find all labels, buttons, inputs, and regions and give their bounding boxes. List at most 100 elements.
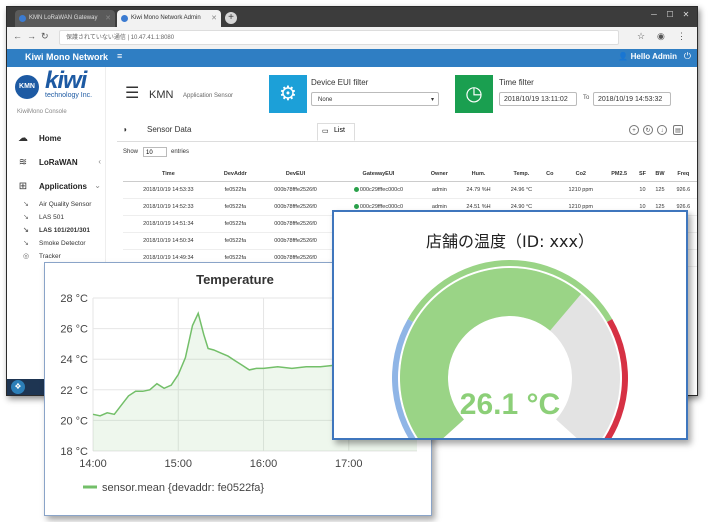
hamburger-icon[interactable]: ≡ [117, 51, 122, 61]
table-cell [541, 181, 558, 199]
wifi-icon: ≋ [18, 157, 28, 168]
sidebar-item-label: LoRaWAN [39, 158, 78, 167]
column-header[interactable]: Freq [669, 167, 697, 182]
legend-label: sensor.mean {devaddr: fe0522fa} [102, 482, 264, 494]
minimize-icon[interactable]: ─ [647, 9, 661, 21]
favicon-icon [121, 15, 128, 22]
y-tick-label: 18 °C [60, 446, 88, 458]
close-icon[interactable]: ✕ [105, 10, 111, 27]
y-tick-label: 26 °C [60, 324, 88, 336]
sidebar-subitem-air-quality[interactable]: ↘ Air Quality Sensor [7, 199, 105, 211]
table-cell: 24.79 %H [455, 181, 502, 199]
column-header[interactable]: Owner [422, 167, 456, 182]
column-header[interactable]: Temp. [501, 167, 542, 182]
back-icon[interactable]: ← [13, 31, 22, 41]
cell-text: 10 [639, 187, 646, 193]
star-icon[interactable]: ☆ [637, 31, 645, 42]
logo-subtext: technology Inc. [45, 92, 93, 99]
refresh-icon[interactable]: ↻ [643, 125, 653, 135]
cell-text: 000b78fffe2526f0 [274, 255, 317, 261]
y-tick-label: 22 °C [60, 385, 88, 397]
user-menu[interactable]: 👤 Hello Admin [618, 52, 677, 61]
sidebar-item-label: Applications [39, 182, 88, 191]
x-tick-label: 14:00 [79, 458, 107, 470]
export-icon[interactable]: ▤ [673, 125, 683, 135]
y-tick-label: 20 °C [60, 415, 88, 427]
sidebar-subitem-las501[interactable]: ↘ LAS 501 [7, 212, 105, 224]
add-icon[interactable]: + [629, 125, 639, 135]
column-header[interactable]: GatewayEUI [334, 167, 423, 182]
download-icon[interactable]: ↓ [657, 125, 667, 135]
column-header[interactable]: Hum. [455, 167, 502, 182]
temperature-gauge-panel: 26.1 °C 店舗の温度（ID: xxx） [332, 210, 688, 440]
time-from-input[interactable]: 2018/10/19 13:11:02 [499, 92, 577, 106]
maximize-icon[interactable]: ☐ [663, 9, 677, 21]
browser-tab-gateway[interactable]: KMN LoRaWAN Gateway ✕ [15, 10, 115, 27]
table-cell: 2018/10/19 14:53:33 [123, 181, 214, 199]
table-cell: 000c29fffec000c0 [334, 181, 423, 199]
entries-select[interactable]: 10 [143, 147, 167, 157]
sidebar-subitem-label: Air Quality Sensor [39, 201, 92, 208]
cell-text: fe0522fa [224, 238, 247, 244]
cell-text: fe0522fa [224, 204, 247, 210]
table-header-row: Time DevAddr DevEUI GatewayEUI Owner Hum. Temp… [123, 167, 697, 182]
column-header[interactable]: PM2.5 [603, 167, 635, 182]
cell-text: 000b78fffe2526f0 [274, 238, 317, 244]
column-header[interactable]: DevEUI [256, 167, 335, 182]
column-header[interactable]: Time [123, 167, 214, 182]
cell-text: 926.6 [676, 187, 691, 193]
browser-tab-label: Kiwi Mono Network Admin [131, 15, 201, 21]
chart-icon: ◗ [123, 125, 128, 134]
url-field[interactable]: 保護されていない通信 | 10.47.41.1:8080 [59, 30, 619, 45]
new-tab-button[interactable]: + [225, 12, 237, 24]
browser-tab-admin[interactable]: Kiwi Mono Network Admin ✕ [117, 10, 221, 27]
cell-text: 000b78fffe2526f0 [274, 221, 317, 227]
account-icon[interactable]: ◉ [657, 31, 665, 42]
power-icon[interactable]: ⏻ [684, 51, 691, 62]
column-header[interactable]: Co2 [557, 167, 604, 182]
close-icon[interactable]: ✕ [211, 10, 217, 27]
tab-sensor-data[interactable]: Sensor Data [147, 125, 191, 134]
column-header[interactable]: BW [650, 167, 670, 182]
status-dot-icon [353, 204, 359, 210]
table-cell: 2018/10/19 14:50:34 [123, 232, 214, 250]
x-tick-label: 15:00 [164, 458, 192, 470]
forward-icon[interactable]: → [27, 31, 36, 41]
sidebar-subitem-smoke[interactable]: ↘ Smoke Detector [7, 238, 105, 250]
cell-text: 2018/10/19 14:50:34 [143, 238, 194, 244]
menu-dots-icon[interactable]: ⋮ [677, 31, 686, 42]
table-cell: fe0522fa [213, 198, 257, 216]
device-eui-select[interactable]: None ▾ [311, 92, 439, 106]
close-window-icon[interactable]: ✕ [679, 9, 693, 21]
cell-text: 125 [655, 187, 665, 193]
table-cell: 000b78fffe2526f0 [256, 232, 335, 250]
device-eui-value: None [318, 97, 333, 103]
sidebar-item-applications[interactable]: ⊞ Applications ⌄ [7, 179, 105, 195]
time-to-label: To [583, 95, 590, 101]
app-code: KMN [149, 89, 174, 101]
column-header[interactable]: SF [634, 167, 651, 182]
browser-tab-label: KMN LoRaWAN Gateway [29, 15, 98, 21]
sidebar-subitem-las101[interactable]: ↘ LAS 101/201/301 [7, 225, 105, 237]
column-header[interactable]: Co [541, 167, 558, 182]
table-cell [603, 181, 635, 199]
content-tabs: ◗ Sensor Data ▭ List + ↻ ↓ ▤ [117, 123, 697, 142]
cell-text: 2018/10/19 14:53:33 [143, 187, 194, 193]
cell-text: fe0522fa [224, 187, 247, 193]
cell-text: 000b78fffe2526f0 [274, 204, 317, 210]
table-cell: 000b78fffe2526f0 [256, 181, 335, 199]
cell-text: admin [431, 187, 447, 193]
logo-text: kiwi [45, 67, 87, 94]
column-header[interactable]: DevAddr [213, 167, 257, 182]
time-to-input[interactable]: 2018/10/19 14:53:32 [593, 92, 671, 106]
sidebar-item-home[interactable]: ☁ Home [7, 131, 105, 147]
sidebar-item-lorawan[interactable]: ≋ LoRaWAN ‹ [7, 155, 105, 171]
browser-tab-bar: KMN LoRaWAN Gateway ✕ Kiwi Mono Network … [7, 7, 697, 27]
y-tick-label: 28 °C [60, 293, 88, 305]
device-filter-title: Device EUI filter [311, 78, 369, 87]
start-button-icon[interactable]: ❖ [11, 380, 25, 394]
reload-icon[interactable]: ↻ [41, 31, 49, 42]
tab-list[interactable]: ▭ List [317, 123, 355, 141]
table-cell: 125 [650, 181, 670, 199]
table-cell: fe0522fa [213, 232, 257, 250]
